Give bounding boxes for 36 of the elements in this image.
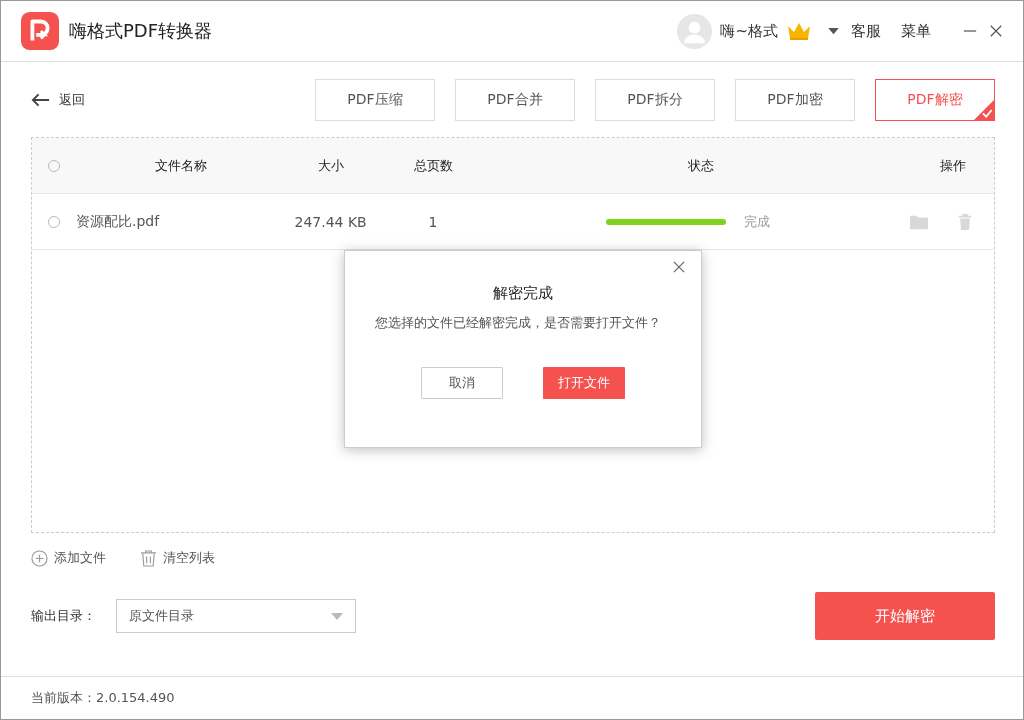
output-label: 输出目录： (31, 607, 96, 625)
column-header: 操作 (938, 156, 967, 175)
tool-tab[interactable]: PDF压缩 (315, 78, 435, 121)
file-name: 资源配比.pdf (75, 212, 161, 231)
page-count: 1 (427, 213, 439, 230)
header-link[interactable]: 客服 (851, 21, 881, 41)
clear-list-link[interactable]: 清空列表 (163, 549, 215, 567)
add-circle-icon (31, 549, 48, 567)
back-link[interactable]: 返回 (59, 90, 85, 109)
close-icon[interactable] (989, 24, 1003, 38)
column-header: 文件名称 (154, 156, 208, 175)
column-header: 状态 (687, 156, 715, 175)
tool-tab[interactable]: PDF合并 (455, 78, 575, 121)
back-arrow-icon[interactable] (31, 91, 50, 108)
dialog-message: 您选择的文件已经解密完成，是否需要打开文件？ (375, 314, 662, 332)
tool-tab[interactable]: PDF拆分 (595, 78, 715, 121)
selected-check-icon (973, 98, 995, 121)
version-text: 当前版本：2.0.154.490 (31, 689, 175, 707)
column-header: 总页数 (413, 156, 454, 175)
cancel-button[interactable]: 取消 (421, 367, 503, 399)
app-logo-icon (21, 12, 59, 50)
status-text: 完成 (744, 212, 771, 231)
header-link[interactable]: 菜单 (901, 21, 931, 41)
crown-icon (786, 21, 812, 41)
dropdown-caret-icon (331, 612, 343, 620)
output-folder-select[interactable]: 原文件目录 (116, 599, 356, 633)
close-icon[interactable] (673, 261, 685, 273)
app-title: 嗨格式PDF转换器 (69, 19, 213, 43)
user-name[interactable]: 嗨~格式 (720, 21, 778, 41)
add-file-link[interactable]: 添加文件 (54, 549, 106, 567)
dialog-title: 解密完成 (492, 284, 554, 303)
file-size: 247.44 KB (293, 213, 368, 230)
trash-icon (140, 549, 157, 567)
tool-tab[interactable]: PDF加密 (735, 78, 855, 121)
dropdown-caret-icon[interactable] (828, 27, 839, 35)
column-header: 大小 (317, 156, 345, 175)
